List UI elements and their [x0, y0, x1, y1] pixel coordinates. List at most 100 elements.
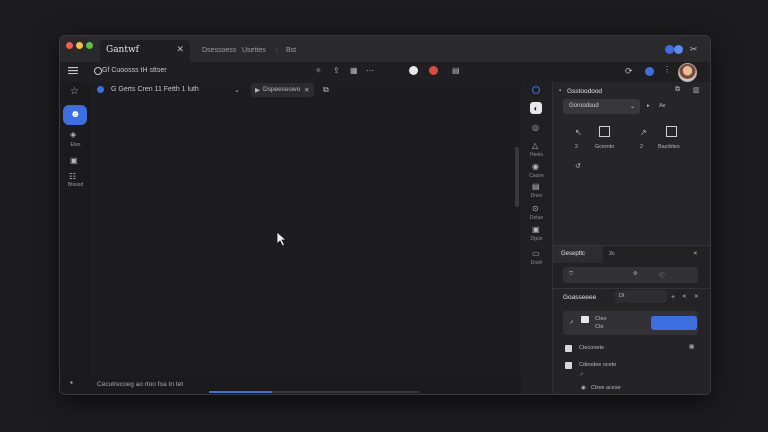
- close-icon[interactable]: ✕: [693, 251, 698, 257]
- progress-fill: [209, 391, 272, 393]
- tab-divider: |: [276, 47, 278, 54]
- card-line-2: Cte: [595, 324, 604, 330]
- bookmark-icon[interactable]: ✧: [315, 66, 322, 75]
- active-tab[interactable]: Gantwf ✕: [100, 40, 190, 62]
- trash-icon[interactable]: ▥: [693, 86, 700, 94]
- chip-close-icon[interactable]: ✕: [304, 86, 309, 94]
- people-icon: ☻: [70, 109, 81, 120]
- tab-layers[interactable]: Gesepttc: [553, 246, 603, 263]
- list-sub-icon: ↗: [579, 372, 584, 378]
- circle-icon[interactable]: ◉: [532, 162, 539, 171]
- split-icon[interactable]: ⧉: [323, 85, 329, 95]
- image-icon: [581, 316, 589, 323]
- select-side-label: Ae: [659, 103, 666, 109]
- url-input[interactable]: Gf Cuoosss tH sttser: [102, 67, 167, 74]
- page-icon: [97, 86, 104, 93]
- close-icon[interactable]: ✕: [682, 294, 687, 300]
- grid-icon[interactable]: ▦: [689, 344, 694, 350]
- tools-icon[interactable]: ✂: [690, 44, 698, 55]
- refresh-icon[interactable]: ⟳: [625, 66, 633, 77]
- extension-b-icon[interactable]: [429, 66, 438, 75]
- component-icon[interactable]: [666, 126, 677, 137]
- rail-label: Etes: [70, 142, 81, 148]
- info-icon[interactable]: ⓘ: [659, 271, 665, 279]
- pin-icon[interactable]: ☆: [70, 86, 79, 97]
- arrow-icon[interactable]: ↖: [575, 128, 582, 137]
- view-selector[interactable]: ▶ Dspeeseswo ✕: [251, 83, 314, 97]
- tab-label: Gesepttc: [561, 251, 586, 257]
- column-label: Detue: [529, 215, 544, 221]
- properties-panel: ▪ Gsstoodood ⧉ ▥ Goroodsud ⌄ ▸ Ae ↖ 2 Gc…: [552, 82, 710, 394]
- chevron-down-icon[interactable]: ⌄: [234, 86, 240, 94]
- undo-icon[interactable]: ↺: [575, 162, 581, 170]
- chip-label: Dspeeseswo: [263, 86, 301, 93]
- column-label: Heets: [529, 152, 544, 158]
- lock-icon[interactable]: ▣: [532, 225, 540, 234]
- target-icon[interactable]: [532, 86, 540, 94]
- mouse-cursor-icon: [276, 231, 288, 247]
- site-info-icon[interactable]: [94, 67, 102, 75]
- list-item[interactable]: Cdeodee ocete: [579, 362, 616, 368]
- tab-close-icon[interactable]: ✕: [176, 44, 184, 55]
- tag-icon[interactable]: ◈: [70, 130, 76, 139]
- options-icon[interactable]: ⋮: [663, 65, 671, 74]
- arrow-icon: ↗: [569, 320, 574, 326]
- collapse-icon[interactable]: ✕: [694, 294, 699, 300]
- shield-icon[interactable]: ⛉: [569, 271, 573, 278]
- menu-icon[interactable]: [68, 66, 78, 74]
- play-icon[interactable]: ▸: [647, 103, 650, 109]
- monitor-icon[interactable]: ▭: [532, 249, 540, 258]
- list-item[interactable]: Cteconete: [579, 345, 604, 351]
- tab-link[interactable]: Dsessoess: [202, 47, 236, 54]
- radio-icon[interactable]: ◉: [581, 385, 586, 391]
- tool-column: ◐ ◎ △ Heets ◉ Caone ▤ Dnex ⊙ Detue ▣ Dgu…: [521, 82, 552, 394]
- home-button[interactable]: ☻: [63, 105, 87, 125]
- account-icon[interactable]: [645, 67, 654, 76]
- triangle-icon[interactable]: △: [532, 141, 538, 150]
- left-rail: ☆ ☻ ◈ Etes ▣ ☷ Btessd ▪: [60, 82, 92, 394]
- frame-icon[interactable]: [599, 126, 610, 137]
- asset-card[interactable]: ↗ Cteo Cte: [563, 311, 698, 335]
- minimize-window-button[interactable]: [76, 42, 83, 49]
- column-label: Dgun: [530, 236, 543, 242]
- layers-section: Gesepttc 2c ✕ ⛉ ✣ ⓘ: [553, 246, 710, 288]
- extension-a-icon[interactable]: [409, 66, 418, 75]
- crop-icon[interactable]: ⊙: [532, 204, 539, 213]
- add-icon[interactable]: +: [671, 294, 675, 301]
- reader-icon[interactable]: ▤: [452, 66, 460, 75]
- pen-icon[interactable]: ↗: [640, 128, 647, 137]
- list-sub: Ctree acese: [591, 385, 621, 391]
- close-window-button[interactable]: [66, 42, 73, 49]
- scrollbar[interactable]: [515, 147, 519, 207]
- share-icon[interactable]: ⇪: [333, 66, 340, 75]
- asset-field[interactable]: Dt: [615, 290, 667, 303]
- avatar[interactable]: [678, 63, 697, 82]
- profile-sync-icon[interactable]: [665, 45, 674, 54]
- grid-icon[interactable]: ▦: [350, 66, 358, 75]
- chevron-down-icon: ⌄: [630, 104, 636, 110]
- image-icon[interactable]: ▣: [70, 156, 78, 165]
- save-icon[interactable]: ▤: [532, 182, 540, 191]
- primary-button[interactable]: [651, 316, 697, 330]
- copy-icon[interactable]: ⧉: [675, 86, 680, 94]
- more-icon[interactable]: ⋯: [366, 66, 374, 75]
- checkbox[interactable]: [565, 362, 572, 369]
- tab-title: Gantwf: [106, 45, 140, 55]
- rail-label: Btessd: [67, 182, 84, 188]
- layer-toolbar: ⛉ ✣ ⓘ: [563, 267, 698, 283]
- move-icon[interactable]: ✣: [633, 271, 638, 277]
- preset-select[interactable]: Goroodsud ⌄: [563, 99, 640, 114]
- breadcrumb[interactable]: G Gerts Cren 11 Fetth 1 luth: [111, 86, 199, 93]
- tab-link[interactable]: Usettes: [242, 47, 266, 54]
- tool-label: Gcemtn: [595, 144, 615, 150]
- panel-header: Gsstoodood: [567, 88, 603, 95]
- maximize-window-button[interactable]: [86, 42, 93, 49]
- shape-icon[interactable]: ◐: [530, 102, 542, 114]
- tab-link[interactable]: Bst: [286, 47, 296, 54]
- tab-right-label[interactable]: 2c: [609, 251, 615, 257]
- layers-icon[interactable]: ◎: [532, 123, 539, 132]
- settings-icon[interactable]: ▪: [70, 378, 73, 387]
- extension-icon[interactable]: [674, 45, 683, 54]
- bookmarks-icon[interactable]: ☷: [69, 172, 76, 181]
- checkbox[interactable]: [565, 345, 572, 352]
